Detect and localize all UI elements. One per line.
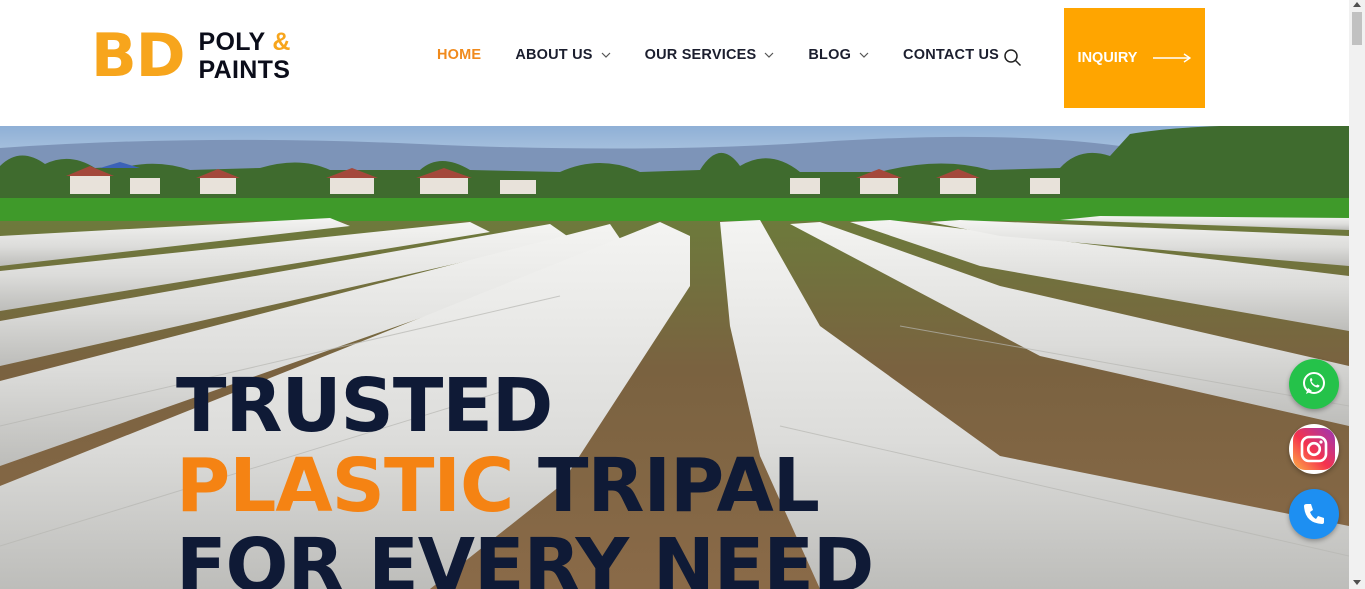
logo-mark: BD [91, 21, 186, 91]
nav-home-label: HOME [437, 47, 482, 63]
chevron-down-icon [601, 52, 611, 58]
nav-about-us[interactable]: ABOUT US [515, 47, 611, 63]
search-button[interactable] [1003, 48, 1023, 68]
chevron-down-icon [764, 52, 774, 58]
arrow-right-icon [1153, 53, 1192, 63]
hero-banner: TRUSTED PLASTIC TRIPAL FOR EVERY NEED [0, 126, 1349, 589]
hero-headline: TRUSTED PLASTIC TRIPAL FOR EVERY NEED [176, 363, 874, 589]
logo-ampersand: & [272, 28, 291, 56]
logo-line1: POLY [198, 28, 266, 56]
logo-wordmark: POLY & PAINTS [199, 28, 291, 84]
site-header: BD POLY & PAINTS HOME ABOUT US OUR SERVI… [0, 0, 1349, 126]
scrollbar-thumb[interactable] [1352, 12, 1362, 45]
hero-line2-rest: TRIPAL [513, 443, 820, 529]
main-nav: HOME ABOUT US OUR SERVICES BLOG CONTACT … [437, 47, 999, 63]
phone-icon [1304, 504, 1324, 524]
nav-home[interactable]: HOME [437, 47, 481, 63]
inquiry-label: INQUIRY [1077, 50, 1138, 66]
inquiry-button[interactable]: INQUIRY [1064, 8, 1205, 108]
search-icon [1004, 49, 1022, 67]
instagram-icon [1293, 428, 1335, 470]
scroll-up-arrow-icon[interactable] [1353, 2, 1361, 7]
nav-contact-us-label: CONTACT US [903, 47, 1000, 63]
hero-line2-highlight: PLASTIC [176, 443, 514, 529]
hero-line3: FOR EVERY NEED [176, 523, 874, 589]
logo[interactable]: BD POLY & PAINTS [91, 26, 291, 86]
nav-about-us-label: ABOUT US [515, 47, 593, 63]
logo-line2: PAINTS [198, 56, 291, 84]
page-scrollbar[interactable] [1349, 0, 1365, 589]
hero-line1: TRUSTED [176, 363, 553, 449]
nav-our-services-label: OUR SERVICES [644, 47, 757, 63]
nav-contact-us[interactable]: CONTACT US [903, 47, 999, 63]
whatsapp-icon [1303, 372, 1325, 394]
instagram-button[interactable] [1289, 424, 1339, 474]
whatsapp-button[interactable] [1289, 359, 1339, 409]
chevron-down-icon [859, 52, 869, 58]
hero-line2: PLASTIC TRIPAL [176, 446, 873, 526]
phone-button[interactable] [1289, 489, 1339, 539]
nav-blog-label: BLOG [808, 47, 852, 63]
nav-our-services[interactable]: OUR SERVICES [645, 47, 775, 63]
nav-blog[interactable]: BLOG [808, 47, 869, 63]
scroll-down-arrow-icon[interactable] [1353, 580, 1361, 585]
